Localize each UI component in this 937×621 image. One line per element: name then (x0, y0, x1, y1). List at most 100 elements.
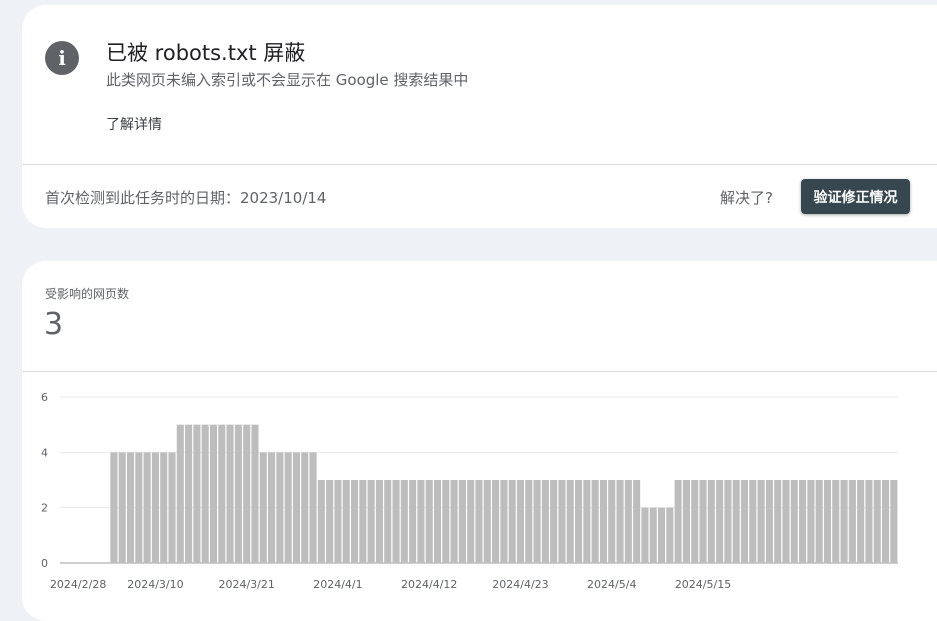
issue-description: 此类网页未编入索引或不会显示在 Google 搜索结果中 (106, 71, 469, 89)
chart-bar[interactable] (575, 480, 583, 563)
chart-bar[interactable] (749, 480, 757, 563)
chart-bar[interactable] (168, 452, 176, 563)
chart-bar[interactable] (782, 480, 790, 563)
chart-bar[interactable] (326, 480, 334, 563)
chart-bar[interactable] (185, 424, 193, 563)
chart-bar[interactable] (433, 480, 442, 563)
chart-bar[interactable] (384, 480, 392, 563)
chart-bar[interactable] (840, 480, 848, 563)
chart-bar[interactable] (848, 480, 856, 563)
chart-bar[interactable] (467, 480, 475, 563)
learn-more-link[interactable]: 了解详情 (106, 114, 162, 134)
chart-bar[interactable] (815, 480, 823, 563)
chart-bar[interactable] (409, 480, 417, 563)
chart-bar[interactable] (882, 480, 890, 563)
chart-bar[interactable] (716, 480, 724, 563)
chart-bar[interactable] (342, 480, 350, 563)
chart-bar[interactable] (367, 480, 375, 563)
chart-bar[interactable] (583, 480, 591, 563)
chart-bar[interactable] (450, 480, 458, 563)
chart-bar[interactable] (616, 480, 624, 563)
chart-bar[interactable] (226, 424, 234, 563)
chart-bar[interactable] (865, 480, 873, 563)
chart-bar[interactable] (458, 480, 466, 563)
chart-bar[interactable] (807, 480, 815, 563)
chart-bar[interactable] (234, 424, 242, 563)
chart-bar[interactable] (135, 452, 143, 563)
chart-bar[interactable] (309, 452, 317, 563)
validate-fix-button[interactable]: 验证修正情况 (801, 179, 910, 214)
chart-bar[interactable] (176, 424, 184, 563)
chart-bar[interactable] (790, 480, 798, 563)
chart-bar[interactable] (624, 480, 632, 563)
chart-bar[interactable] (641, 507, 649, 563)
chart-bar[interactable] (359, 480, 367, 563)
chart-bar[interactable] (201, 424, 209, 563)
chart-bar[interactable] (724, 480, 732, 563)
chart-bar[interactable] (143, 452, 151, 563)
chart-bar[interactable] (541, 480, 549, 563)
chart-bar[interactable] (317, 480, 325, 563)
chart-bar[interactable] (599, 480, 608, 563)
chart-bar[interactable] (151, 452, 159, 563)
chart-bar[interactable] (110, 452, 118, 563)
chart-bar[interactable] (251, 424, 259, 563)
chart-bar[interactable] (193, 424, 201, 563)
chart-bar[interactable] (400, 480, 408, 563)
chart-bar[interactable] (334, 480, 342, 563)
chart-bar[interactable] (558, 480, 566, 563)
chart-bar[interactable] (890, 480, 898, 563)
chart-bar[interactable] (160, 452, 168, 563)
chart-bar[interactable] (483, 480, 491, 563)
chart-bar[interactable] (492, 480, 500, 563)
chart-bar[interactable] (832, 480, 840, 563)
chart-bar[interactable] (268, 452, 276, 563)
chart-bar[interactable] (516, 480, 525, 563)
chart-bar[interactable] (209, 424, 218, 563)
chart-bar[interactable] (633, 480, 641, 563)
chart-bar[interactable] (301, 452, 309, 563)
chart-bar[interactable] (765, 480, 773, 563)
chart-bar[interactable] (259, 452, 267, 563)
chart-bar[interactable] (218, 424, 226, 563)
chart-bar[interactable] (591, 480, 599, 563)
chart-bar[interactable] (799, 480, 807, 563)
chart-bar[interactable] (550, 480, 558, 563)
x-tick-label: 2024/5/15 (675, 578, 731, 591)
chart-bar[interactable] (417, 480, 425, 563)
chart-bar[interactable] (740, 480, 749, 563)
chart-bar[interactable] (707, 480, 715, 563)
chart-bar[interactable] (566, 480, 574, 563)
chart-bar[interactable] (350, 480, 359, 563)
chart-bar[interactable] (118, 452, 126, 563)
chart-bar[interactable] (873, 480, 881, 563)
chart-bar[interactable] (276, 452, 284, 563)
chart-bar[interactable] (425, 480, 433, 563)
chart-bar[interactable] (442, 480, 450, 563)
chart-bar[interactable] (292, 452, 301, 563)
chart-bar[interactable] (392, 480, 400, 563)
chart-bar[interactable] (533, 480, 541, 563)
chart-bar[interactable] (682, 480, 690, 563)
chart-bar[interactable] (674, 480, 682, 563)
chart-bar[interactable] (666, 507, 674, 563)
chart-bar[interactable] (699, 480, 707, 563)
chart-bar[interactable] (525, 480, 533, 563)
chart-bar[interactable] (284, 452, 292, 563)
chart-bar[interactable] (823, 480, 832, 563)
x-tick-label: 2024/2/28 (50, 578, 106, 591)
chart-bar[interactable] (508, 480, 516, 563)
chart-bar[interactable] (857, 480, 865, 563)
chart-bar[interactable] (243, 424, 251, 563)
chart-bar[interactable] (774, 480, 782, 563)
chart-bar[interactable] (500, 480, 508, 563)
chart-bar[interactable] (732, 480, 740, 563)
chart-bar[interactable] (375, 480, 383, 563)
chart-bar[interactable] (475, 480, 483, 563)
chart-bar[interactable] (608, 480, 616, 563)
chart-bar[interactable] (657, 507, 666, 563)
chart-bar[interactable] (649, 507, 657, 563)
chart-bar[interactable] (126, 452, 135, 563)
chart-bar[interactable] (757, 480, 765, 563)
chart-bar[interactable] (691, 480, 699, 563)
